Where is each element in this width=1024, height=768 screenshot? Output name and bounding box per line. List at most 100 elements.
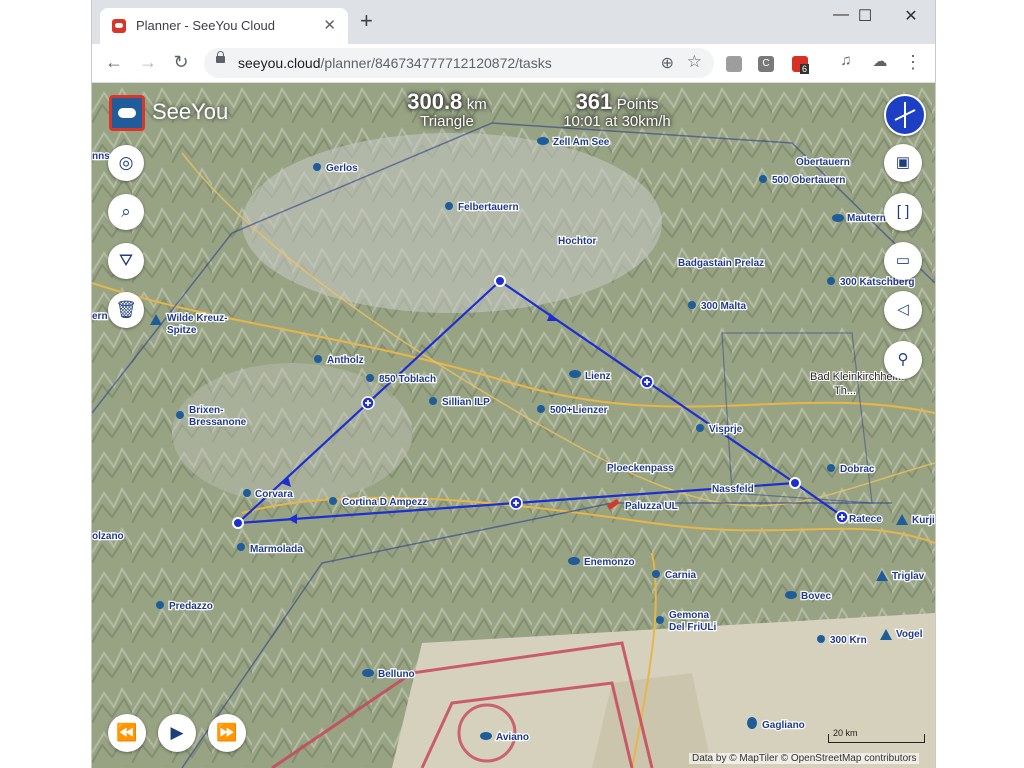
- place-label: Carnia: [665, 570, 697, 581]
- place-label: Brixen-: [189, 405, 223, 416]
- task-distance: 300.8 km Triangle: [382, 89, 512, 130]
- layers-button[interactable]: ▣: [884, 144, 922, 182]
- url-text: seeyou.cloud/planner/846734777712120872/…: [238, 55, 552, 71]
- turnpoint-2[interactable]: [789, 477, 801, 489]
- place-label: Lienz: [585, 371, 611, 382]
- maximize-button[interactable]: ☐: [845, 6, 885, 26]
- task-points: 361 Points 10:01 at 30km/h: [542, 89, 692, 130]
- place-label: Gerlos: [326, 163, 358, 174]
- place-label: Triglav: [892, 571, 925, 582]
- points-unit: Points: [616, 96, 659, 113]
- route-icon: ⛛: [118, 251, 134, 270]
- place-label: Enemonzo: [584, 557, 635, 568]
- delete-button[interactable]: 🗑: [108, 292, 144, 328]
- ruler-icon: ▭: [895, 252, 911, 269]
- add-icon[interactable]: ⊕: [661, 53, 674, 73]
- place-label: Bovec: [801, 591, 831, 602]
- place-label: Felbertauern: [458, 202, 519, 213]
- task-tool-button[interactable]: ⛛: [108, 243, 144, 279]
- high-alps-shade: [242, 133, 662, 313]
- navigation-arrow-icon: ◁: [897, 301, 909, 318]
- layers-icon: ▣: [895, 154, 911, 171]
- place-label: Badgastain Prelaz: [678, 258, 764, 269]
- place-label: Kurji: [912, 515, 935, 526]
- place-label: Th...: [834, 385, 856, 397]
- scale-bar: 20 km: [828, 728, 925, 743]
- trash-icon: 🗑: [115, 300, 137, 319]
- task-shape: Triangle: [420, 113, 474, 130]
- place-label: Vogel: [896, 629, 923, 640]
- map-canvas[interactable]: Gerlos Felbertauern Zell Am See Hochtor …: [92, 83, 935, 768]
- window-close-button[interactable]: ✕: [891, 6, 931, 26]
- distance-unit: km: [466, 96, 487, 113]
- turnpoint-start[interactable]: [232, 517, 244, 529]
- place-label: olzano: [92, 531, 124, 542]
- place-label: Aviano: [496, 732, 529, 743]
- place-button[interactable]: ⚲: [884, 341, 922, 379]
- play-icon: ▶: [170, 723, 184, 742]
- browser-window: Planner - SeeYou Cloud ✕ + — ☐ ✕ ← → ↻ s…: [91, 0, 936, 768]
- place-label: Gemona: [669, 610, 709, 621]
- menu-icon[interactable]: ⋮: [901, 52, 925, 73]
- fullscreen-button[interactable]: [ ]: [884, 193, 922, 231]
- place-label: Obertauern: [796, 157, 850, 168]
- turnpoint-1[interactable]: [494, 275, 506, 287]
- place-label: Corvara: [255, 489, 293, 500]
- place-label: Ratece: [849, 514, 882, 525]
- map-pin-icon: ⚲: [897, 351, 909, 368]
- place-label: Spitze: [167, 325, 197, 336]
- browser-toolbar: ← → ↻ seeyou.cloud/planner/8467347777121…: [92, 44, 935, 83]
- rewind-button[interactable]: ⏪: [108, 714, 146, 752]
- ext-badge-icon[interactable]: 6: [792, 56, 810, 74]
- rewind-icon: ⏪: [116, 723, 138, 742]
- place-label: 850 Toblach: [379, 374, 436, 385]
- tab-close-icon[interactable]: ✕: [323, 16, 336, 34]
- fullscreen-icon: [ ]: [896, 203, 910, 220]
- ruler-button[interactable]: ▭: [884, 242, 922, 280]
- search-button[interactable]: ⌕: [108, 194, 144, 230]
- ext-1-icon[interactable]: [726, 56, 742, 72]
- fast-forward-button[interactable]: ⏩: [208, 714, 246, 752]
- play-button[interactable]: ▶: [158, 714, 196, 752]
- compass-north-button[interactable]: [884, 94, 926, 136]
- place-label: Gagliano: [762, 720, 805, 731]
- place-label: Nassfeld: [712, 484, 754, 495]
- place-label: Antholz: [327, 355, 364, 366]
- place-label: Predazzo: [169, 601, 213, 612]
- place-label: Marmolada: [250, 544, 303, 555]
- place-label: 300 Krn: [830, 635, 867, 646]
- place-label: Del FriULi: [669, 622, 716, 633]
- place-label: ern: [92, 311, 108, 322]
- compass-needle-icon: [894, 102, 916, 128]
- place-label: Ploeckenpass: [607, 463, 674, 474]
- cloud-ext-icon[interactable]: ☁: [868, 52, 892, 70]
- reload-button[interactable]: ↻: [169, 52, 193, 73]
- tab-planner[interactable]: Planner - SeeYou Cloud ✕: [100, 8, 348, 44]
- bookmark-star-icon[interactable]: ☆: [687, 52, 702, 72]
- seeyou-logo-icon[interactable]: [109, 95, 145, 131]
- brand-name: SeeYou: [152, 99, 229, 124]
- media-icon[interactable]: ♫: [834, 52, 858, 69]
- tab-title: Planner - SeeYou Cloud: [136, 18, 276, 33]
- forward-button[interactable]: →: [136, 52, 160, 73]
- map-attribution: Data by © MapTiler © OpenStreetMap contr…: [689, 753, 920, 764]
- lock-icon: [216, 51, 225, 63]
- map-view[interactable]: Gerlos Felbertauern Zell Am See Hochtor …: [92, 83, 935, 768]
- ext-c-icon[interactable]: C: [758, 56, 774, 72]
- ext-badge-count: 6: [800, 64, 810, 74]
- place-label: Zell Am See: [553, 137, 610, 148]
- new-tab-button[interactable]: +: [360, 10, 373, 32]
- place-label: Visprje: [709, 424, 743, 435]
- place-label: Belluno: [378, 669, 415, 680]
- navigate-button[interactable]: ◎: [108, 145, 144, 181]
- back-button[interactable]: ←: [102, 52, 126, 73]
- address-bar[interactable]: seeyou.cloud/planner/846734777712120872/…: [204, 48, 714, 78]
- points-value: 361: [575, 89, 613, 114]
- place-label: Cortina D Ampezz: [342, 497, 427, 508]
- place-label: Bressanone: [189, 417, 247, 428]
- scale-label: 20 km: [833, 728, 858, 738]
- place-label: Dobrac: [840, 464, 875, 475]
- place-label: Hochtor: [558, 236, 596, 247]
- distance-value: 300.8: [407, 89, 463, 114]
- measure-button[interactable]: ◁: [884, 291, 922, 329]
